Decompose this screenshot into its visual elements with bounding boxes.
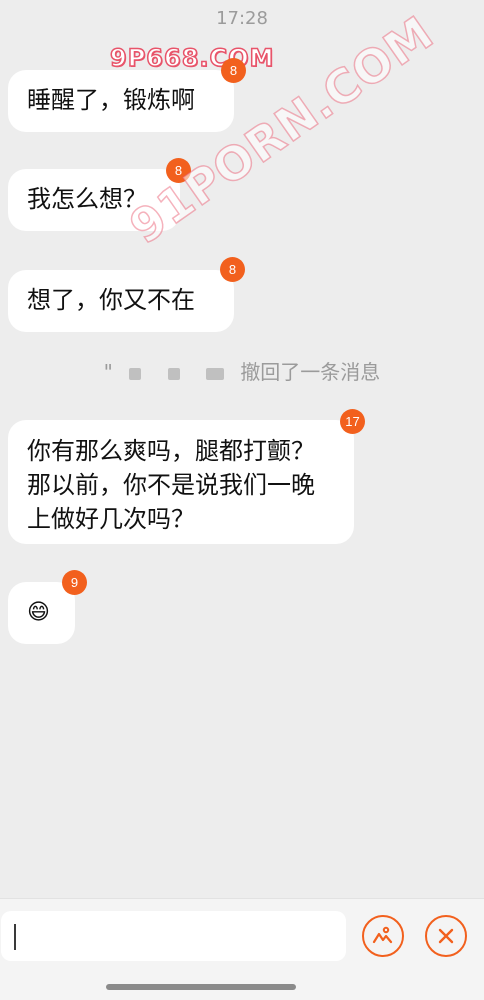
message-text: 你有那么爽吗，腿都打颤？那以前，你不是说我们一晚上做好几次吗？ bbox=[27, 437, 315, 533]
notice-prefix: " bbox=[103, 360, 113, 384]
message-input-bar bbox=[0, 898, 484, 1000]
message-text: 想了，你又不在 bbox=[27, 286, 195, 314]
text-caret bbox=[14, 924, 16, 950]
redacted-name bbox=[129, 367, 142, 380]
message-bubble[interactable]: 你有那么爽吗，腿都打颤？那以前，你不是说我们一晚上做好几次吗？ bbox=[8, 420, 354, 544]
unread-count-badge: 9 bbox=[62, 570, 87, 595]
image-icon bbox=[372, 926, 393, 944]
message-bubble[interactable]: 想了，你又不在 bbox=[8, 270, 234, 332]
chat-area[interactable]: 17:28 9P668.COM 睡醒了，锻炼啊 8 我怎么想？ 8 想了，你又不… bbox=[0, 0, 484, 898]
unread-count-badge: 8 bbox=[220, 257, 245, 282]
notice-text: 撤回了一条消息 bbox=[240, 360, 381, 384]
recalled-message-notice: " 撤回了一条消息 bbox=[0, 356, 484, 385]
unread-count-badge: 17 bbox=[340, 409, 365, 434]
emoji-grinning: 😄 bbox=[27, 600, 50, 625]
message-bubble[interactable]: 睡醒了，锻炼啊 bbox=[8, 70, 234, 132]
home-indicator[interactable] bbox=[106, 984, 296, 990]
close-icon bbox=[438, 928, 454, 944]
send-image-button[interactable] bbox=[362, 915, 404, 957]
unread-count-badge: 8 bbox=[221, 58, 246, 83]
redacted-name bbox=[205, 367, 224, 380]
close-button[interactable] bbox=[425, 915, 467, 957]
message-text: 睡醒了，锻炼啊 bbox=[27, 86, 195, 114]
watermark-top: 9P668.COM bbox=[109, 43, 275, 73]
redacted-name bbox=[167, 367, 180, 380]
message-input[interactable] bbox=[1, 911, 346, 961]
